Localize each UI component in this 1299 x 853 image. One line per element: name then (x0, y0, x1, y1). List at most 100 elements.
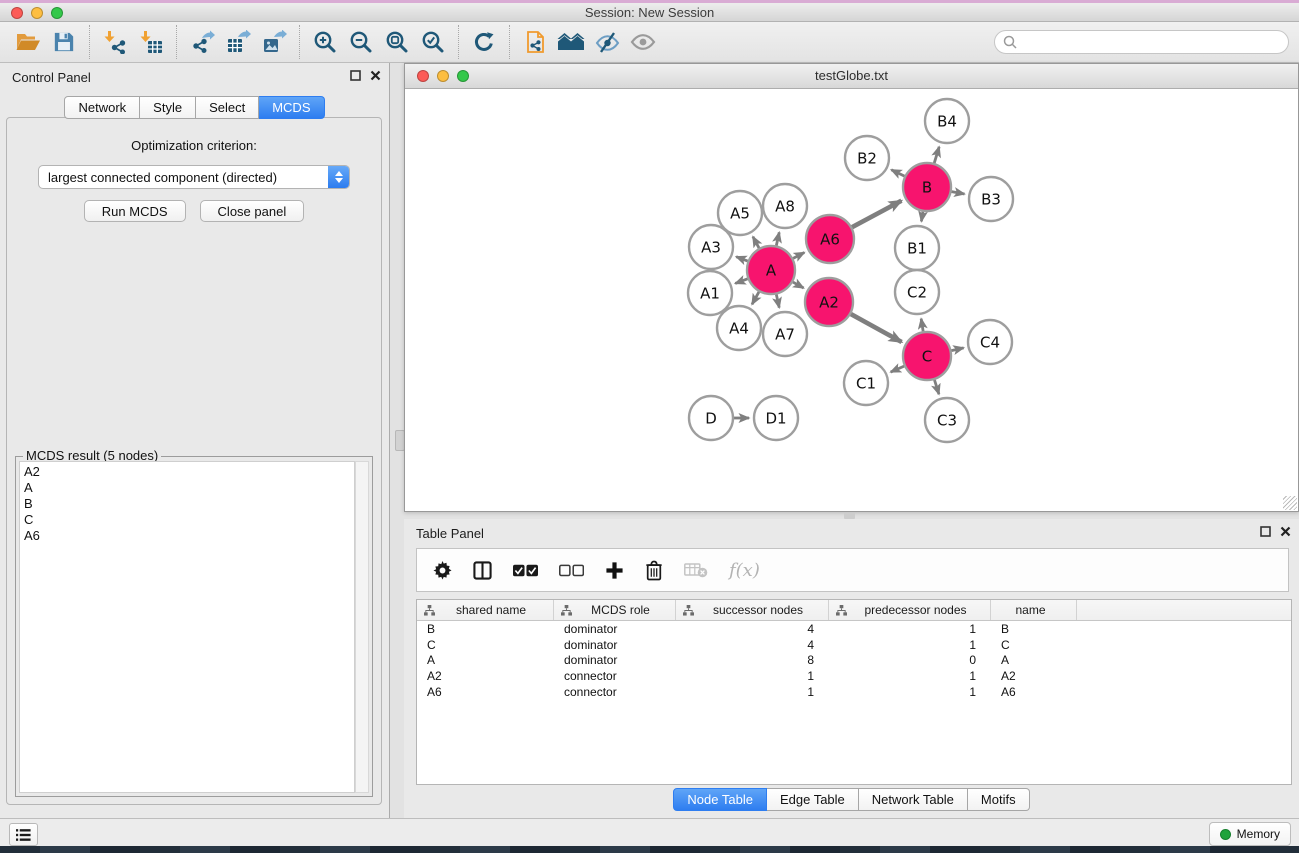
search-input[interactable] (1022, 34, 1288, 51)
zoom-fit-button[interactable] (379, 25, 415, 59)
new-network-from-file-button[interactable] (517, 25, 553, 59)
tab-node-table[interactable]: Node Table (673, 788, 767, 811)
graph-edge-A-A4[interactable] (752, 292, 759, 304)
open-session-button[interactable] (10, 25, 46, 59)
tab-network-table[interactable]: Network Table (859, 788, 968, 811)
memory-button[interactable]: Memory (1209, 822, 1291, 846)
cell-mcds-role[interactable]: connector (554, 685, 676, 699)
graph-node-D[interactable]: D (689, 396, 733, 440)
graph-node-B1[interactable]: B1 (895, 226, 939, 270)
cell-shared-name[interactable]: A6 (417, 685, 554, 699)
graph-node-C2[interactable]: C2 (895, 270, 939, 314)
delete-column-button[interactable] (645, 560, 663, 581)
graph-edge-B-B3[interactable] (952, 192, 965, 194)
graph-edge-B-B2[interactable] (891, 170, 904, 176)
network-graph[interactable]: AA1A2A3A4A5A6A7A8BB1B2B3B4CC1C2C3C4DD1 (405, 89, 1298, 511)
run-mcds-button[interactable]: Run MCDS (84, 200, 186, 222)
table-row[interactable]: A6connector11A6 (417, 684, 1291, 700)
cell-successor-nodes[interactable]: 4 (676, 638, 829, 652)
result-scrollbar[interactable] (355, 461, 369, 793)
graph-edge-B-B1[interactable] (921, 212, 923, 222)
result-item[interactable]: A6 (24, 528, 354, 544)
result-item[interactable]: B (24, 496, 354, 512)
table-row[interactable]: Bdominator41B (417, 621, 1291, 637)
cell-predecessor-nodes[interactable]: 1 (829, 669, 991, 683)
table-row[interactable]: A2connector11A2 (417, 668, 1291, 684)
graph-node-C3[interactable]: C3 (925, 398, 969, 442)
close-panel-button[interactable]: Close panel (200, 200, 305, 222)
table-row[interactable]: Cdominator41C (417, 637, 1291, 653)
graph-edge-C-C2[interactable] (921, 319, 923, 332)
cell-name[interactable]: A6 (991, 685, 1077, 699)
zoom-in-button[interactable] (307, 25, 343, 59)
graph-node-A6[interactable]: A6 (806, 215, 854, 263)
home-button[interactable] (553, 25, 589, 59)
cell-name[interactable]: C (991, 638, 1077, 652)
cell-mcds-role[interactable]: dominator (554, 638, 676, 652)
graph-node-A8[interactable]: A8 (763, 184, 807, 228)
graph-node-A5[interactable]: A5 (718, 191, 762, 235)
graph-edge-B-B4[interactable] (934, 147, 939, 163)
graph-node-A4[interactable]: A4 (717, 306, 761, 350)
cell-mcds-role[interactable]: dominator (554, 653, 676, 667)
graph-edge-C-C3[interactable] (934, 380, 938, 394)
graph-node-B[interactable]: B (903, 163, 951, 211)
tab-select[interactable]: Select (196, 96, 259, 119)
criterion-select[interactable]: largest connected component (directed) (38, 165, 350, 189)
cell-name[interactable]: A2 (991, 669, 1077, 683)
add-column-button[interactable] (605, 561, 624, 580)
graph-node-A1[interactable]: A1 (688, 271, 732, 315)
cell-predecessor-nodes[interactable]: 1 (829, 685, 991, 699)
graph-edge-A-A5[interactable] (753, 237, 759, 248)
column-header-successor-nodes[interactable]: successor nodes (676, 600, 829, 620)
export-image-button[interactable] (256, 25, 292, 59)
select-all-button[interactable] (513, 564, 538, 577)
cell-successor-nodes[interactable]: 4 (676, 622, 829, 636)
graph-node-A2[interactable]: A2 (805, 278, 853, 326)
table-settings-button[interactable] (433, 561, 452, 580)
show-column-button[interactable] (473, 561, 492, 580)
graph-edge-A-A3[interactable] (736, 257, 747, 261)
graph-edge-A-A6[interactable] (793, 252, 804, 258)
cell-shared-name[interactable]: A (417, 653, 554, 667)
cell-name[interactable]: B (991, 622, 1077, 636)
column-header-shared-name[interactable]: shared name (417, 600, 554, 620)
result-item[interactable]: C (24, 512, 354, 528)
save-session-button[interactable] (46, 25, 82, 59)
graph-edge-A-A7[interactable] (776, 294, 779, 307)
deselect-all-button[interactable] (559, 564, 584, 577)
graph-node-C[interactable]: C (903, 332, 951, 380)
graph-node-B2[interactable]: B2 (845, 136, 889, 180)
cell-successor-nodes[interactable]: 8 (676, 653, 829, 667)
zoom-out-button[interactable] (343, 25, 379, 59)
task-history-button[interactable] (9, 823, 38, 846)
show-panel-button[interactable] (625, 25, 661, 59)
graph-node-D1[interactable]: D1 (754, 396, 798, 440)
graph-node-A[interactable]: A (747, 246, 795, 294)
tab-motifs[interactable]: Motifs (968, 788, 1030, 811)
column-header-name[interactable]: name (991, 600, 1077, 620)
import-network-button[interactable] (97, 25, 133, 59)
graph-node-C4[interactable]: C4 (968, 320, 1012, 364)
graph-edge-C-C4[interactable] (951, 348, 963, 351)
column-header-mcds-role[interactable]: MCDS role (554, 600, 676, 620)
column-header-predecessor-nodes[interactable]: predecessor nodes (829, 600, 991, 620)
cell-mcds-role[interactable]: connector (554, 669, 676, 683)
window-resize-grip[interactable] (1283, 496, 1297, 510)
cell-predecessor-nodes[interactable]: 1 (829, 638, 991, 652)
table-row[interactable]: Adominator80A (417, 653, 1291, 669)
export-table-button[interactable] (220, 25, 256, 59)
graph-edge-A-A8[interactable] (776, 232, 779, 245)
hide-panel-button[interactable] (589, 25, 625, 59)
graph-node-A7[interactable]: A7 (763, 312, 807, 356)
cell-successor-nodes[interactable]: 1 (676, 669, 829, 683)
graph-node-B4[interactable]: B4 (925, 99, 969, 143)
tab-mcds[interactable]: MCDS (259, 96, 324, 119)
cell-mcds-role[interactable]: dominator (554, 622, 676, 636)
cell-name[interactable]: A (991, 653, 1077, 667)
tab-network[interactable]: Network (64, 96, 140, 119)
mcds-result-list[interactable]: A2ABCA6 (19, 461, 355, 793)
close-panel-icon[interactable] (370, 70, 381, 81)
close-panel-icon[interactable] (1280, 526, 1291, 537)
graph-edge-A-A2[interactable] (793, 282, 804, 288)
